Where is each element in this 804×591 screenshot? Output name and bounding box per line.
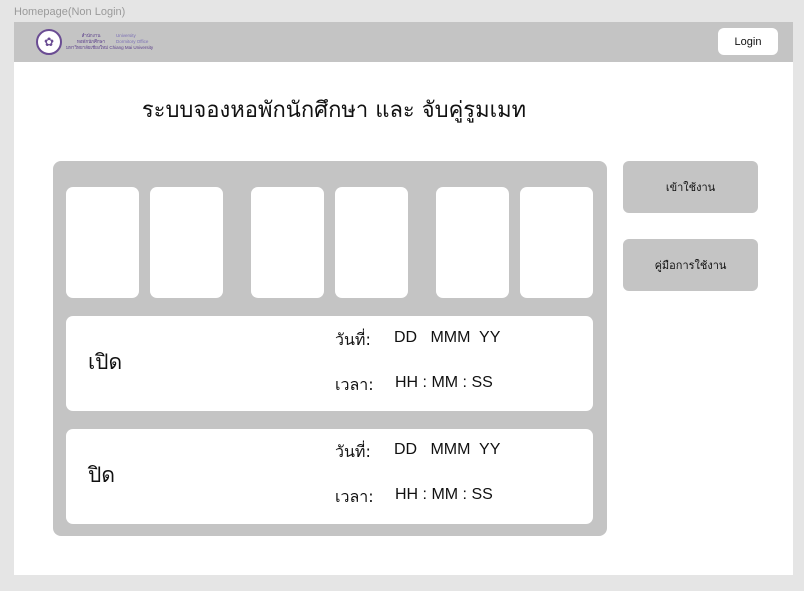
logo-text: สำนักงาน University หอพักนักศึกษา Dormit…	[66, 33, 153, 51]
image-slot-3	[251, 187, 324, 298]
open-time-label: เวลา:	[335, 375, 374, 394]
user-manual-button[interactable]: คู่มือการใช้งาน	[623, 239, 758, 291]
university-logo[interactable]: ✿ สำนักงาน University หอพักนักศึกษา Dorm…	[36, 27, 166, 57]
image-slot-1	[66, 187, 139, 298]
frame-label: Homepage(Non Login)	[14, 6, 126, 18]
open-time-value: HH : MM : SS	[395, 374, 493, 391]
image-slot-6	[520, 187, 593, 298]
university-seal-icon: ✿	[36, 29, 62, 55]
open-status-card: เปิด วันที่: DD MMM YY เวลา: HH : MM : S…	[66, 316, 593, 411]
image-slot-4	[335, 187, 408, 298]
close-time-value: HH : MM : SS	[395, 486, 493, 503]
open-date-label: วันที่:	[335, 330, 371, 349]
top-bar: ✿ สำนักงาน University หอพักนักศึกษา Dorm…	[14, 22, 793, 62]
dorm-status-panel: เปิด วันที่: DD MMM YY เวลา: HH : MM : S…	[53, 161, 607, 536]
open-status-label: เปิด	[88, 350, 123, 374]
image-slot-5	[436, 187, 509, 298]
open-date-value: DD MMM YY	[394, 329, 501, 346]
page-title: ระบบจองหอพักนักศึกษา และ จับคู่รูมเมท	[141, 98, 527, 123]
close-date-label: วันที่:	[335, 442, 371, 461]
login-button[interactable]: Login	[718, 28, 778, 55]
enter-system-button[interactable]: เข้าใช้งาน	[623, 161, 758, 213]
close-time-label: เวลา:	[335, 487, 374, 506]
close-date-value: DD MMM YY	[394, 441, 501, 458]
close-status-label: ปิด	[88, 463, 115, 487]
image-slot-2	[150, 187, 223, 298]
homepage-frame: ✿ สำนักงาน University หอพักนักศึกษา Dorm…	[14, 22, 793, 575]
logo-university-name: มหาวิทยาลัยเชียงใหม่ Chiang Mai Universi…	[66, 45, 154, 50]
close-status-card: ปิด วันที่: DD MMM YY เวลา: HH : MM : SS	[66, 429, 593, 524]
